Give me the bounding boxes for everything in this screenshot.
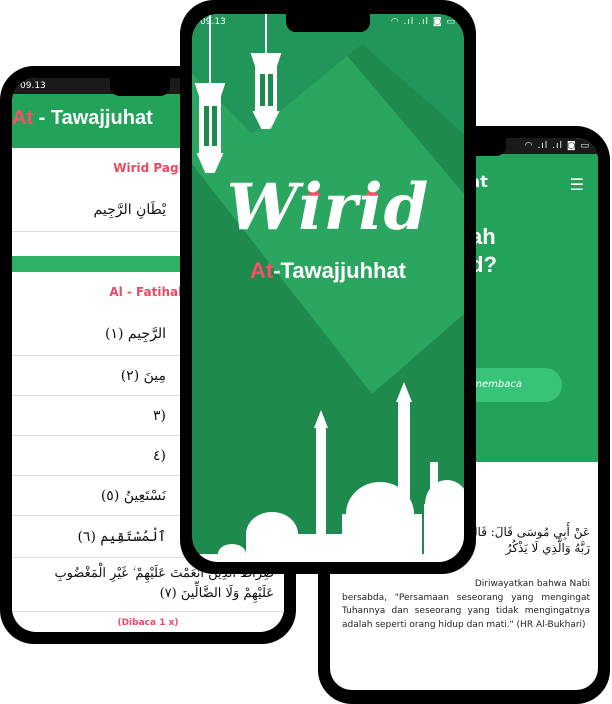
status-time: 09.13 bbox=[20, 81, 46, 91]
status-time: 09.13 bbox=[200, 17, 226, 27]
status-icons: ◠ .ıl .ıl ◙ ▭ bbox=[524, 141, 590, 151]
splash-background bbox=[192, 14, 464, 562]
status-icons: ◠ .ıl .ıl ◙ ▭ bbox=[390, 17, 456, 27]
title-accent: At bbox=[12, 107, 34, 129]
hadith-translation: Diriwayatkan bahwa Nabi bersabda, "Persa… bbox=[342, 578, 590, 632]
subtitle-rest: -Tawajjuhhat bbox=[273, 258, 407, 283]
app-logo: Wirid bbox=[226, 170, 430, 245]
hadith-translation-line1: Diriwayatkan bahwa Nabi bbox=[474, 579, 590, 589]
subtitle-accent: At bbox=[249, 258, 274, 283]
ayat-7-line2: عَلَيْهِمْ وَلَا الضَّالِّينَ (٧) bbox=[159, 586, 274, 601]
hadith-translation-body: bersabda, "Persamaan seseorang yang meng… bbox=[342, 592, 590, 630]
mosque-icon bbox=[192, 382, 464, 562]
app-subtitle: At-Tawajjuhhat bbox=[192, 258, 464, 284]
reading-note: (Dibaca 1 x) bbox=[117, 618, 179, 628]
title-rest: - Tawajjuhat bbox=[33, 107, 153, 129]
menu-icon[interactable]: ☰ bbox=[570, 175, 584, 194]
app-title: At - Tawajjuhat bbox=[12, 107, 153, 130]
center-phone: 09.13 ◠ .ıl .ıl ◙ ▭ Wirid At-Tawajjuhhat bbox=[180, 0, 476, 574]
camera-notch bbox=[110, 78, 170, 96]
splash-screen: 09.13 ◠ .ıl .ıl ◙ ▭ Wirid At-Tawajjuhhat bbox=[192, 14, 464, 562]
camera-notch bbox=[286, 14, 370, 32]
